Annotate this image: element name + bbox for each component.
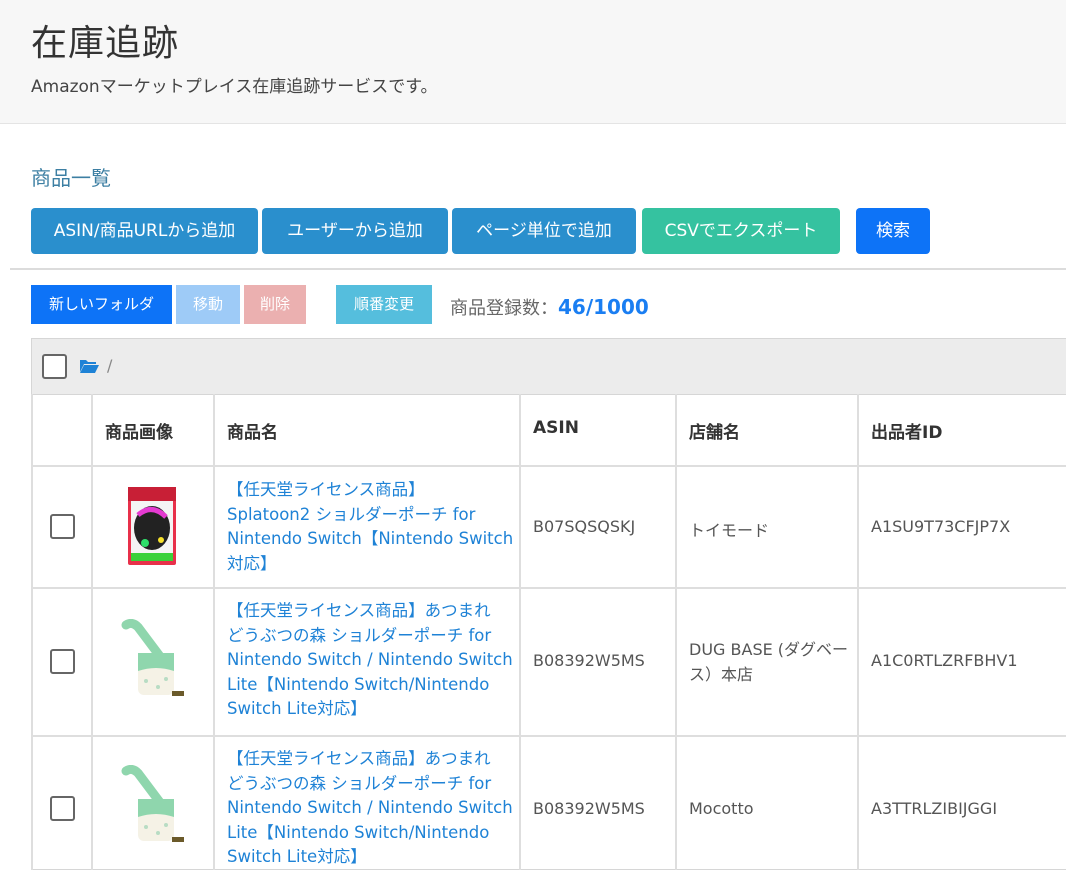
product-name-line: Nintendo Switch【Nintendo Switch <box>227 529 514 548</box>
breadcrumb: / <box>107 356 113 375</box>
folder-open-icon[interactable] <box>79 358 99 374</box>
header-shop-label: 店舗名 <box>689 423 740 443</box>
product-name-cell: 【任天堂ライセンス商品】 Splatoon2 ショルダーポーチ for Nint… <box>213 467 519 589</box>
header-image: 商品画像 <box>91 394 213 467</box>
asin-value: B07SQSQSKJ <box>533 517 636 536</box>
product-name-cell: 【任天堂ライセンス商品】あつまれ どうぶつの森 ショルダーポーチ for Nin… <box>213 737 519 870</box>
shop-cell: トイモード <box>675 467 857 589</box>
product-image-cell <box>91 467 213 589</box>
table-row <box>31 737 91 870</box>
header-asin-label: ASIN <box>533 418 579 438</box>
new-folder-button[interactable]: 新しいフォルダ <box>31 285 172 324</box>
splatoon-pouch-product-image[interactable] <box>125 485 179 567</box>
shop-cell: DUG BASE (ダグベー ス）本店 <box>675 589 857 737</box>
seller-id: A3TTRLZIBIJGGI <box>871 799 998 818</box>
header-image-label: 商品画像 <box>105 423 173 443</box>
header-name-label: 商品名 <box>227 423 278 443</box>
seller-cell: A3TTRLZIBIJGGI <box>857 737 1066 870</box>
shop-name: Mocotto <box>689 799 754 818</box>
header-seller-label: 出品者ID <box>871 423 943 443</box>
product-name-line: Lite【Nintendo Switch/Nintendo <box>227 822 490 842</box>
row-checkbox[interactable] <box>50 796 75 821</box>
divider <box>10 268 1066 270</box>
item-count-value: 46/1000 <box>558 295 649 319</box>
product-name-line: Lite【Nintendo Switch/Nintendo <box>227 674 490 694</box>
page-title: 在庫追跡 <box>31 23 180 64</box>
product-name-line: 【任天堂ライセンス商品】あつまれ <box>227 749 491 768</box>
row-checkbox[interactable] <box>50 514 75 539</box>
add-by-page-button[interactable]: ページ単位で追加 <box>452 208 636 254</box>
row-checkbox[interactable] <box>50 649 75 674</box>
product-name-link[interactable]: 【任天堂ライセンス商品】 Splatoon2 ショルダーポーチ for Nint… <box>227 478 513 576</box>
product-image-cell <box>91 737 213 870</box>
product-name-line: Nintendo Switch / Nintendo Switch <box>227 798 513 817</box>
seller-cell: A1C0RTLZRFBHV1 <box>857 589 1066 737</box>
seller-id: A1C0RTLZRFBHV1 <box>871 651 1018 670</box>
item-count-label: 商品登録数： <box>450 298 558 319</box>
product-name-line: 【任天堂ライセンス商品】 <box>227 480 425 499</box>
product-name-line: Switch Lite対応】 <box>227 699 367 718</box>
delete-button[interactable]: 削除 <box>244 285 306 324</box>
reorder-button[interactable]: 順番変更 <box>336 285 432 324</box>
asin-value: B08392W5MS <box>533 799 645 818</box>
animal-crossing-pouch-product-image[interactable] <box>118 619 188 704</box>
product-name-line: Splatoon2 ショルダーポーチ for <box>227 504 476 524</box>
product-name-line: 対応】 <box>227 553 277 573</box>
product-table: 商品画像 商品名 ASIN 店舗名 出品者ID 【任天堂ライセンス商品】 Spl… <box>31 394 1066 870</box>
product-name-line: Switch Lite対応】 <box>227 847 367 866</box>
header-shop: 店舗名 <box>675 394 857 467</box>
asin-cell: B08392W5MS <box>519 589 675 737</box>
product-name-line: 【任天堂ライセンス商品】あつまれ <box>227 601 491 620</box>
folder-breadcrumb-bar: / <box>32 339 1066 395</box>
header-name: 商品名 <box>213 394 519 467</box>
product-name-line: どうぶつの森 ショルダーポーチ for <box>227 625 492 645</box>
add-by-asin-button[interactable]: ASIN/商品URLから追加 <box>31 208 258 254</box>
product-name-cell: 【任天堂ライセンス商品】あつまれ どうぶつの森 ショルダーポーチ for Nin… <box>213 589 519 737</box>
table-row <box>31 589 91 737</box>
seller-id: A1SU9T73CFJP7X <box>871 517 1011 536</box>
product-name-line: どうぶつの森 ショルダーポーチ for <box>227 773 492 793</box>
asin-value: B08392W5MS <box>533 651 645 670</box>
table-row <box>31 467 91 589</box>
product-name-line: Nintendo Switch / Nintendo Switch <box>227 650 513 669</box>
move-button[interactable]: 移動 <box>176 285 240 324</box>
shop-name-line: DUG BASE (ダグベー <box>689 640 849 659</box>
shop-name: DUG BASE (ダグベー ス）本店 <box>689 637 848 687</box>
page-subtitle: Amazonマーケットプレイス在庫追跡サービスです。 <box>31 77 438 97</box>
section-title: 商品一覧 <box>31 166 111 190</box>
export-csv-button[interactable]: CSVでエクスポート <box>642 208 840 254</box>
animal-crossing-pouch-product-image[interactable] <box>118 765 188 850</box>
shop-cell: Mocotto <box>675 737 857 870</box>
seller-cell: A1SU9T73CFJP7X <box>857 467 1066 589</box>
header-asin: ASIN <box>519 394 675 467</box>
search-button[interactable]: 検索 <box>856 208 930 254</box>
shop-name-line: ス）本店 <box>689 665 754 684</box>
asin-cell: B07SQSQSKJ <box>519 467 675 589</box>
page-header: 在庫追跡 Amazonマーケットプレイス在庫追跡サービスです。 <box>0 0 1066 124</box>
product-name-link[interactable]: 【任天堂ライセンス商品】あつまれ どうぶつの森 ショルダーポーチ for Nin… <box>227 599 513 722</box>
item-count: 商品登録数：46/1000 <box>450 294 649 320</box>
product-image-cell <box>91 589 213 737</box>
select-all-checkbox[interactable] <box>42 354 67 379</box>
header-checkbox-column <box>31 394 91 467</box>
asin-cell: B08392W5MS <box>519 737 675 870</box>
shop-name: トイモード <box>689 521 770 540</box>
add-by-user-button[interactable]: ユーザーから追加 <box>262 208 448 254</box>
header-seller: 出品者ID <box>857 394 1066 467</box>
product-name-link[interactable]: 【任天堂ライセンス商品】あつまれ どうぶつの森 ショルダーポーチ for Nin… <box>227 747 513 870</box>
